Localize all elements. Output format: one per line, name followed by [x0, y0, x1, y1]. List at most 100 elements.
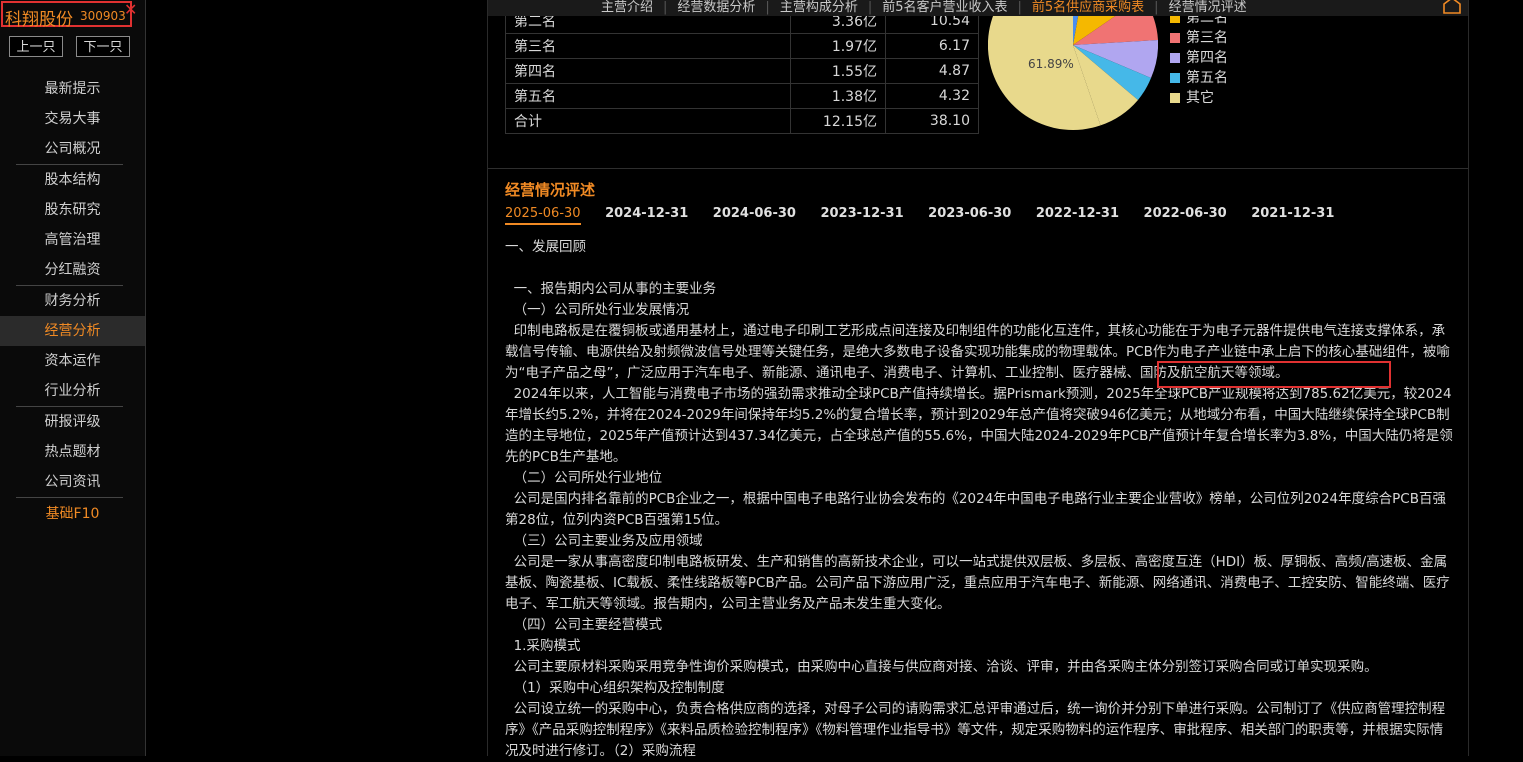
- supplier-pie-chart: 61.89%: [988, 0, 1158, 130]
- article-paragraph: 1.采购模式: [505, 638, 581, 654]
- menu-group-1: 最新提示 交易大事 公司概况: [0, 74, 145, 164]
- date-tab[interactable]: 2024-06-30: [713, 206, 796, 223]
- tabs: 主营介绍 | 经营数据分析 | 主营构成分析 | 前5名客户营业收入表 | 前5名供应商采购表 |…: [601, 0, 1247, 15]
- pie-percent-label: 61.89%: [1028, 57, 1074, 71]
- legend-label: 第四名: [1186, 50, 1228, 66]
- legend-item: 第四名: [1170, 48, 1228, 68]
- tab-top5-customers[interactable]: 前5名客户营业收入表: [882, 0, 1007, 15]
- sidebar: 科翔股份 300903 ✕ 上一只 下一只 最新提示 交易大事 公司概况 股本结…: [0, 0, 146, 756]
- legend-item: 第三名: [1170, 28, 1228, 48]
- table-cell: 12.15亿: [790, 108, 886, 134]
- section-tab-bar: 主营介绍 | 经营数据分析 | 主营构成分析 | 前5名客户营业收入表 | 前5名供应商采购表 |…: [488, 0, 1468, 16]
- tab-operating-data[interactable]: 经营数据分析: [677, 0, 755, 15]
- table-cell: 第三名: [505, 33, 791, 59]
- date-tab[interactable]: 2023-12-31: [820, 206, 903, 223]
- table-cell: 4.87: [885, 58, 979, 84]
- stock-name: 科翔股份: [5, 10, 73, 30]
- date-tab[interactable]: 2021-12-31: [1251, 206, 1334, 223]
- date-tab[interactable]: 2025-06-30: [505, 206, 581, 225]
- report-date-tabs: 2025-06-30 2024-12-31 2024-06-30 2023-12…: [505, 206, 1354, 225]
- menu-group-3: 财务分析 经营分析 资本运作 行业分析: [0, 286, 145, 406]
- legend-label: 第五名: [1186, 70, 1228, 86]
- date-tab[interactable]: 2022-06-30: [1144, 206, 1227, 223]
- article-heading: 一、发展回顾: [505, 239, 586, 255]
- article-paragraph: 公司是国内排名靠前的PCB企业之一，根据中国电子电路行业协会发布的《2024年中…: [505, 491, 1446, 528]
- menu-item-basic-f10[interactable]: 基础F10: [0, 499, 145, 529]
- close-icon[interactable]: ✕: [124, 0, 137, 19]
- table-cell: 1.97亿: [790, 33, 886, 59]
- article-paragraph: （一）公司所处行业发展情况: [505, 302, 690, 318]
- menu-item-shareholder-research[interactable]: 股东研究: [0, 195, 145, 225]
- operation-review-article: 一、发展回顾 一、报告期内公司从事的主要业务 （一）公司所处行业发展情况 印制电…: [505, 237, 1455, 762]
- highlight-annotation: [1157, 361, 1391, 388]
- section-title: 经营情况评述: [505, 181, 596, 199]
- menu-group-2: 股本结构 股东研究 高管治理 分红融资: [0, 165, 145, 285]
- section-divider: [488, 168, 1468, 169]
- table-cell: 6.17: [885, 33, 979, 59]
- article-paragraph: （四）公司主要经营模式: [505, 617, 663, 633]
- article-paragraph: 一、报告期内公司从事的主要业务: [505, 281, 717, 297]
- legend-swatch: [1170, 73, 1180, 83]
- date-tab[interactable]: 2024-12-31: [605, 206, 688, 223]
- menu-item-dividend-financing[interactable]: 分红融资: [0, 255, 145, 285]
- legend-item: 其它: [1170, 88, 1228, 108]
- tab-separator: |: [867, 0, 873, 15]
- table-row: 第三名 1.97亿 6.17: [505, 33, 979, 59]
- legend-swatch: [1170, 33, 1180, 43]
- article-paragraph: 2024年以来，人工智能与消费电子市场的强劲需求推动全球PCB产值持续增长。据P…: [505, 386, 1453, 465]
- legend-label: 第三名: [1186, 30, 1228, 46]
- menu-item-company-news[interactable]: 公司资讯: [0, 467, 145, 497]
- menu-item-industry-analysis[interactable]: 行业分析: [0, 376, 145, 406]
- menu-item-financial-analysis[interactable]: 财务分析: [0, 286, 145, 316]
- menu-group-5: 基础F10: [0, 499, 145, 529]
- table-cell: 第四名: [505, 58, 791, 84]
- table-cell: 合计: [505, 108, 791, 134]
- date-tab[interactable]: 2022-12-31: [1036, 206, 1119, 223]
- prev-stock-button[interactable]: 上一只: [9, 36, 63, 57]
- tab-separator: |: [1154, 0, 1159, 15]
- table-cell: 第五名: [505, 83, 791, 109]
- table-cell: 1.55亿: [790, 58, 886, 84]
- tab-main-business[interactable]: 主营介绍: [601, 0, 653, 15]
- menu-item-latest-tips[interactable]: 最新提示: [0, 74, 145, 104]
- legend-label: 其它: [1186, 90, 1214, 106]
- table-row: 第四名 1.55亿 4.87: [505, 58, 979, 84]
- table-cell: 4.32: [885, 83, 979, 109]
- tab-operation-review[interactable]: 经营情况评述: [1169, 0, 1247, 15]
- menu-item-capital-operation[interactable]: 资本运作: [0, 346, 145, 376]
- table-cell: 38.10: [885, 108, 979, 134]
- article-paragraph: （二）公司所处行业地位: [505, 470, 663, 486]
- menu-item-hot-topics[interactable]: 热点题材: [0, 437, 145, 467]
- menu-item-trading-events[interactable]: 交易大事: [0, 104, 145, 134]
- article-paragraph: 公司是一家从事高密度印制电路板研发、生产和销售的高新技术企业，可以一站式提供双层…: [505, 554, 1450, 612]
- article-paragraph: （三）公司主要业务及应用领域: [505, 533, 703, 549]
- article-blank: [505, 258, 1455, 279]
- stock-selector[interactable]: 科翔股份 300903: [1, 1, 132, 30]
- main-content: 第二名 3.36亿 10.54 第三名 1.97亿 6.17 第四名 1.55亿…: [487, 0, 1469, 759]
- legend-swatch: [1170, 53, 1180, 63]
- table-row-total: 合计 12.15亿 38.10: [505, 108, 979, 134]
- next-stock-button[interactable]: 下一只: [76, 36, 130, 57]
- article-paragraph: （1）采购中心组织架构及控制制度: [505, 680, 725, 696]
- supplier-table: 第二名 3.36亿 10.54 第三名 1.97亿 6.17 第四名 1.55亿…: [505, 8, 979, 134]
- legend-swatch: [1170, 93, 1180, 103]
- article-paragraph: 公司设立统一的采购中心，负责合格供应商的选择，对母子公司的请购需求汇总评审通过后…: [505, 701, 1446, 759]
- menu-item-executive-governance[interactable]: 高管治理: [0, 225, 145, 255]
- pie-legend: 第二名 第三名 第四名 第五名 其它: [1170, 8, 1228, 108]
- stock-code: 300903: [80, 9, 126, 23]
- date-tab[interactable]: 2023-06-30: [928, 206, 1011, 223]
- menu-item-research-rating[interactable]: 研报评级: [0, 407, 145, 437]
- article-paragraph: 公司主要原材料采购采用竞争性询价采购模式，由采购中心直接与供应商对接、洽谈、评审…: [505, 659, 1378, 675]
- menu-item-share-structure[interactable]: 股本结构: [0, 165, 145, 195]
- legend-item: 第五名: [1170, 68, 1228, 88]
- menu-item-operating-analysis[interactable]: 经营分析: [0, 316, 145, 346]
- tab-separator: |: [663, 0, 668, 15]
- share-icon[interactable]: [1442, 0, 1462, 14]
- tab-business-composition[interactable]: 主营构成分析: [780, 0, 858, 15]
- menu-item-company-overview[interactable]: 公司概况: [0, 134, 145, 164]
- menu-divider: [16, 497, 123, 498]
- table-cell: 1.38亿: [790, 83, 886, 109]
- menu-group-4: 研报评级 热点题材 公司资讯: [0, 407, 145, 497]
- tab-separator: |: [1017, 0, 1022, 15]
- tab-top5-suppliers[interactable]: 前5名供应商采购表: [1032, 0, 1144, 15]
